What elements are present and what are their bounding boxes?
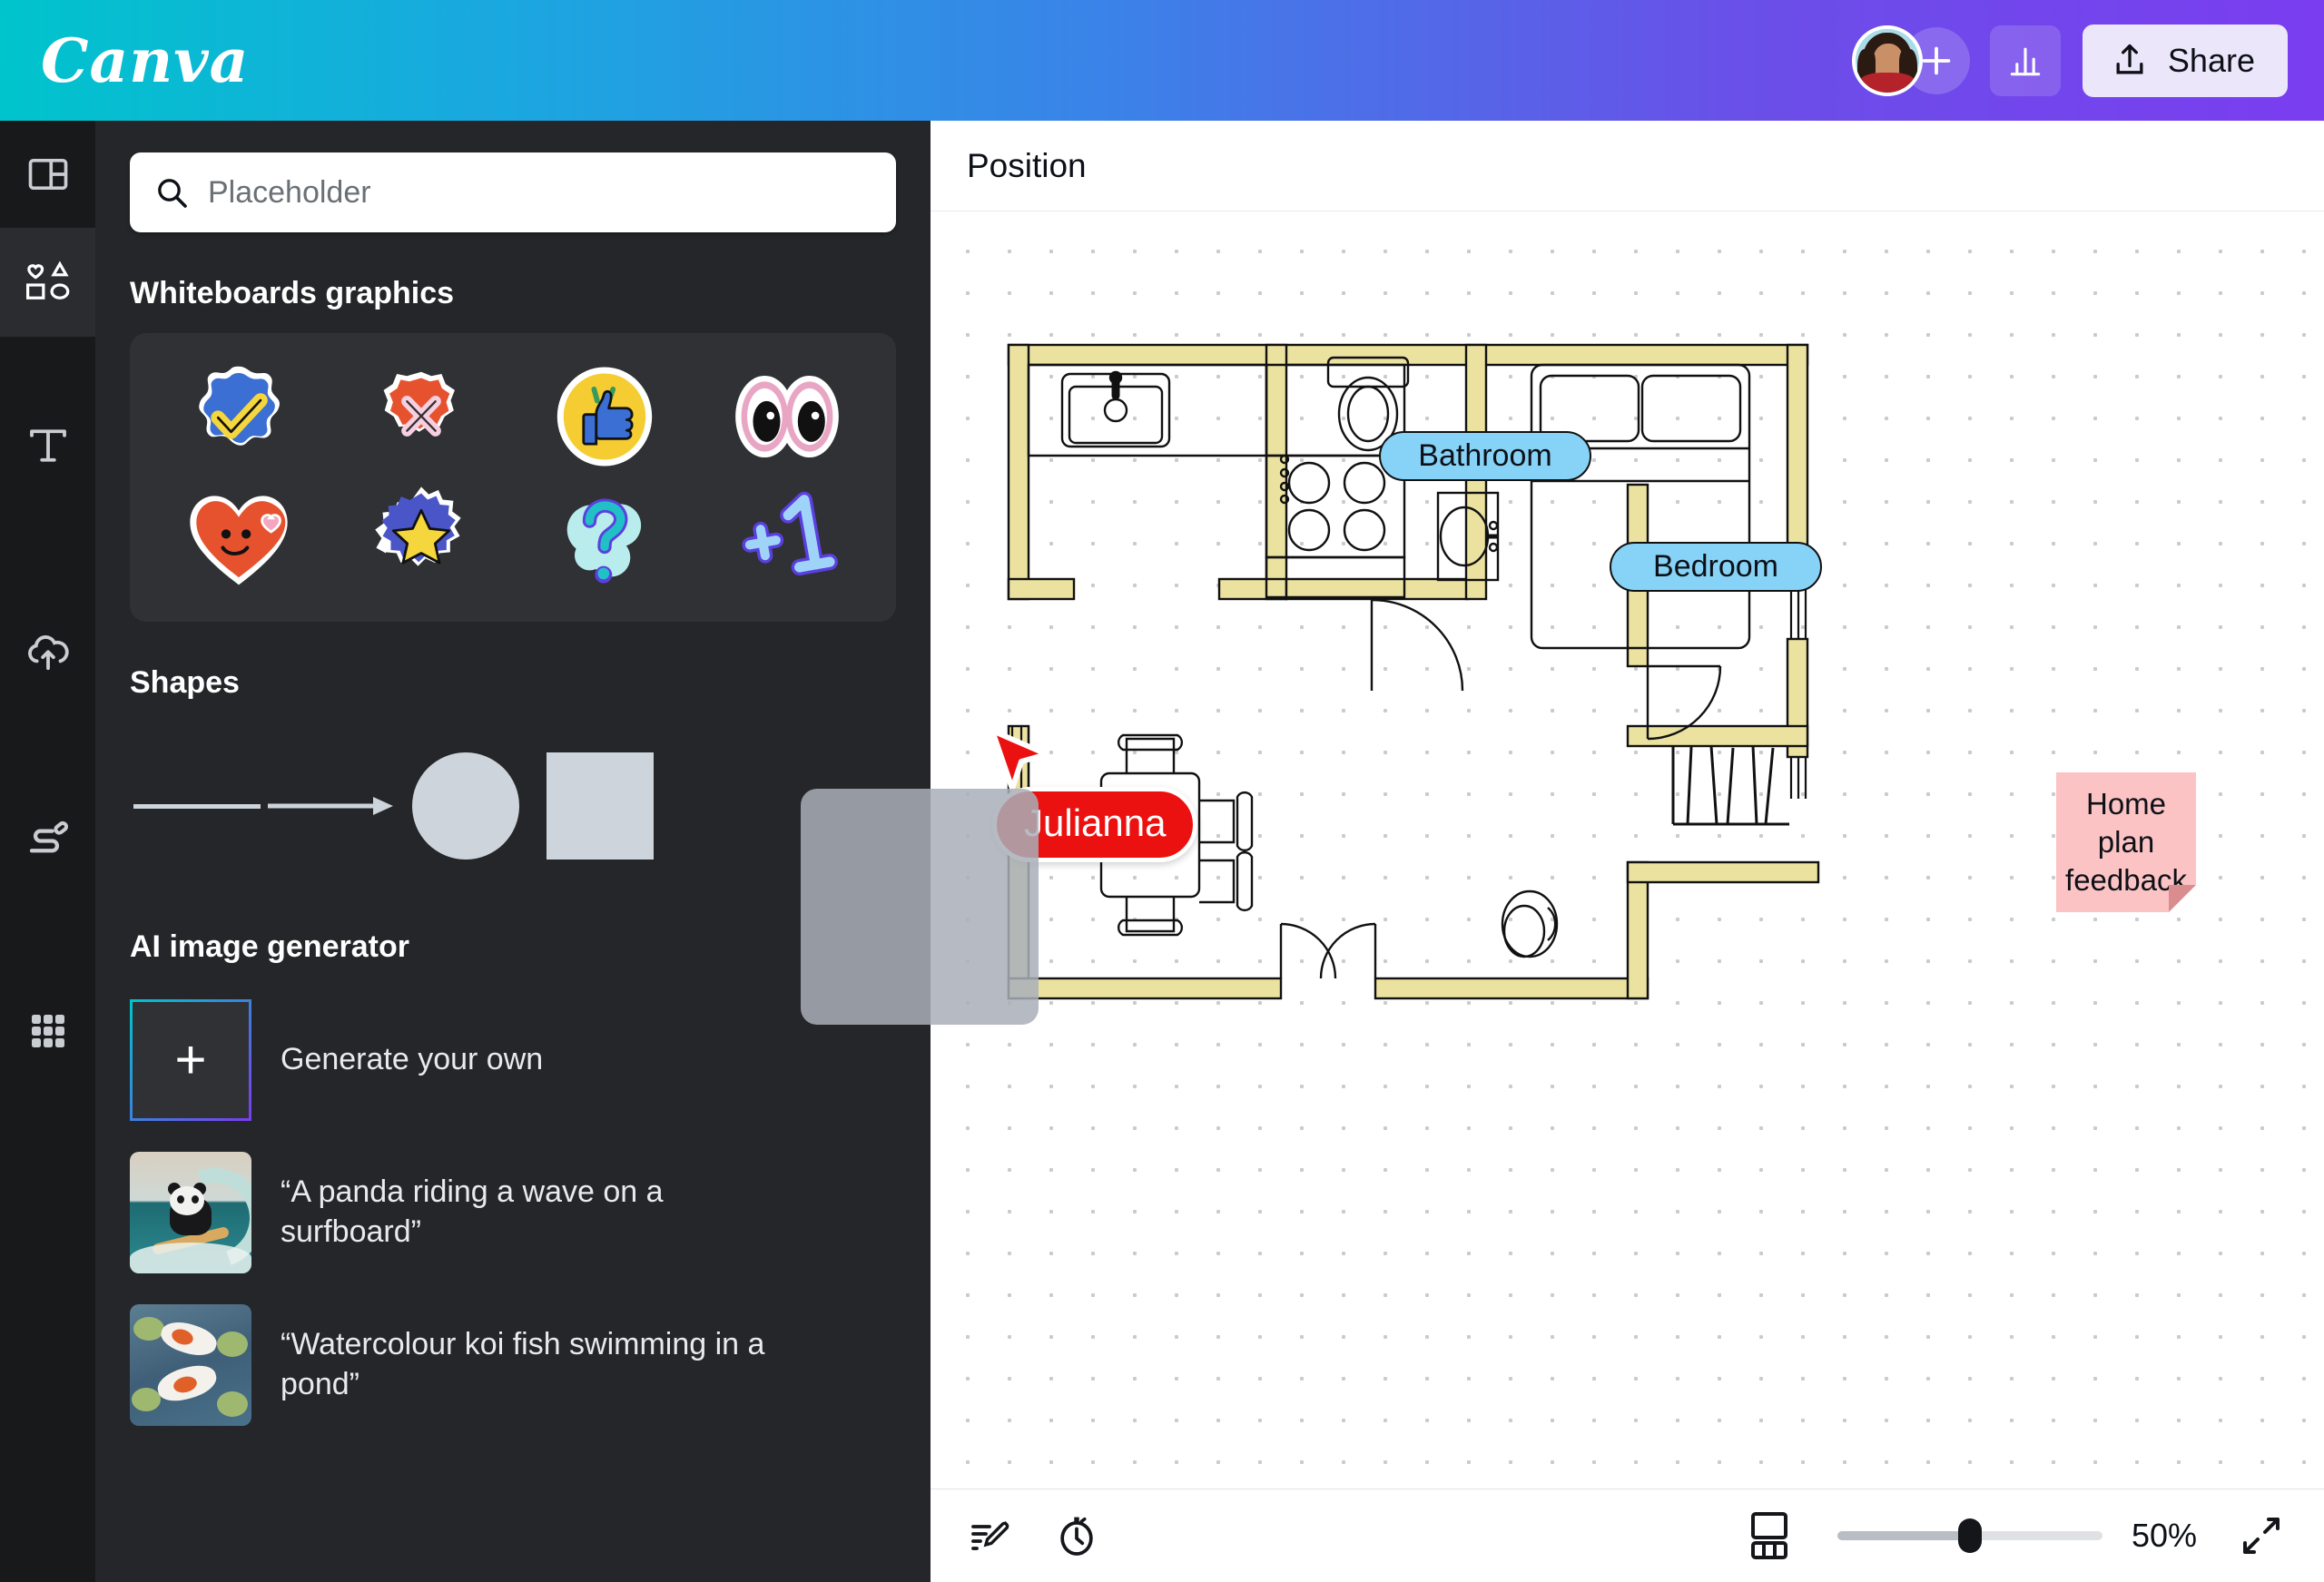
check-badge-icon: [184, 362, 293, 471]
plus-one-icon: [731, 486, 843, 590]
design-layout-icon: [25, 151, 72, 198]
zoom-percentage: 50%: [2132, 1517, 2197, 1555]
bottom-toolbar-left: [950, 1497, 1116, 1575]
ai-item-label: Generate your own: [281, 1040, 543, 1080]
top-bar-actions: Share: [1852, 25, 2324, 97]
sidebar-item-text[interactable]: [0, 337, 95, 555]
left-icon-rail: [0, 121, 95, 1582]
panda-surfing-thumbnail: [130, 1152, 251, 1273]
canva-logo[interactable]: Canva: [41, 25, 249, 96]
shapes-row: [130, 733, 931, 879]
sticky-note-fold: [2169, 885, 2196, 912]
sticker-check-badge[interactable]: [148, 359, 330, 475]
sticker-smiling-heart[interactable]: [148, 480, 330, 596]
whiteboards-graphics-grid: [130, 333, 896, 622]
bottom-toolbar: 50%: [931, 1489, 2324, 1582]
draw-pen-icon: [24, 816, 73, 865]
notes-button[interactable]: [950, 1497, 1029, 1575]
position-label[interactable]: Position: [967, 147, 1087, 185]
koi-fish-thumbnail: [130, 1304, 251, 1426]
ai-image-generator-title: AI image generator: [130, 929, 931, 965]
ai-prompt-panda[interactable]: “A panda riding a wave on a surfboard”: [130, 1152, 931, 1273]
share-button[interactable]: Share: [2083, 25, 2288, 97]
page-view-button[interactable]: [1730, 1497, 1808, 1575]
arrow-glyph: [268, 791, 395, 820]
apps-grid-icon: [26, 1009, 70, 1053]
sticker-question-mark[interactable]: [514, 480, 695, 596]
sticker-star-badge[interactable]: [331, 480, 513, 596]
room-chip-bathroom[interactable]: Bathroom: [1379, 431, 1591, 481]
upload-cloud-icon: [24, 625, 73, 674]
square-glyph: [547, 752, 654, 860]
room-chip-bedroom[interactable]: Bedroom: [1610, 542, 1822, 592]
zoom-slider[interactable]: [1837, 1531, 2102, 1540]
ai-generate-your-own[interactable]: + Generate your own: [130, 999, 931, 1121]
zoom-slider-fill: [1837, 1531, 1970, 1540]
sticky-note-text: Home plan feedback: [2065, 785, 2187, 900]
plus-icon: +: [130, 999, 251, 1121]
ai-item-label: “Watercolour koi fish swimming in a pond…: [281, 1325, 789, 1404]
thumbs-up-icon: [552, 364, 657, 469]
elements-panel: Whiteboards graphics: [95, 121, 931, 1582]
shape-circle[interactable]: [399, 739, 533, 873]
sidebar-item-uploads[interactable]: [0, 555, 95, 745]
avatar-shoulders: [1859, 73, 1915, 96]
canvas-area: Position: [931, 121, 2324, 1582]
avatar[interactable]: [1852, 25, 1923, 96]
shape-line[interactable]: [130, 739, 264, 873]
search-icon: [153, 174, 190, 211]
collaborators-group: [1852, 25, 1970, 96]
position-toolbar: Position: [931, 121, 2324, 211]
sidebar-item-draw[interactable]: [0, 745, 95, 936]
eyes-icon: [734, 368, 841, 465]
question-mark-icon: [551, 485, 658, 592]
sticker-cross-badge[interactable]: [331, 359, 513, 475]
sticker-plus-one[interactable]: [697, 480, 879, 596]
notes-pencil-icon: [968, 1514, 1011, 1557]
share-label: Share: [2168, 42, 2255, 80]
elements-shapes-icon: [23, 257, 74, 308]
collaborator-cursor-label: Julianna: [992, 787, 1197, 862]
insights-button[interactable]: [1990, 25, 2061, 96]
whiteboard-canvas[interactable]: Bathroom Bedroom Home plan feedback Juli…: [931, 212, 2324, 1489]
shape-square[interactable]: [533, 739, 667, 873]
sticker-thumbs-up[interactable]: [514, 359, 695, 475]
sidebar-item-apps[interactable]: [0, 936, 95, 1126]
cross-badge-icon: [370, 366, 472, 467]
sidebar-item-design[interactable]: [0, 121, 95, 228]
sidebar-item-elements[interactable]: [0, 228, 95, 337]
circle-glyph: [412, 752, 519, 860]
bottom-toolbar-right: 50%: [1730, 1497, 2324, 1575]
expand-fullscreen-icon: [2240, 1514, 2283, 1557]
canva-whiteboard-editor: Canva: [0, 0, 2324, 1582]
search-bar[interactable]: [130, 152, 896, 232]
sticker-eyes[interactable]: [697, 359, 879, 475]
text-t-icon: [24, 421, 73, 470]
timer-button[interactable]: [1038, 1497, 1116, 1575]
search-input[interactable]: [208, 175, 872, 211]
timer-icon: [1054, 1513, 1099, 1558]
top-bar: Canva: [0, 0, 2324, 121]
sticky-note[interactable]: Home plan feedback: [2056, 772, 2196, 912]
ai-item-label: “A panda riding a wave on a surfboard”: [281, 1173, 789, 1252]
bar-chart-icon: [2005, 41, 2045, 81]
shape-arrow[interactable]: [264, 739, 399, 873]
star-badge-icon: [368, 485, 475, 592]
line-glyph: [133, 804, 261, 809]
ai-prompt-koi[interactable]: “Watercolour koi fish swimming in a pond…: [130, 1304, 931, 1426]
shapes-title: Shapes: [130, 665, 931, 701]
share-upload-icon: [2110, 41, 2150, 81]
smiling-heart-icon: [185, 487, 292, 589]
zoom-slider-knob[interactable]: [1958, 1518, 1982, 1553]
fullscreen-button[interactable]: [2222, 1497, 2300, 1575]
whiteboards-graphics-title: Whiteboards graphics: [130, 276, 931, 311]
page-view-icon: [1748, 1512, 1790, 1559]
